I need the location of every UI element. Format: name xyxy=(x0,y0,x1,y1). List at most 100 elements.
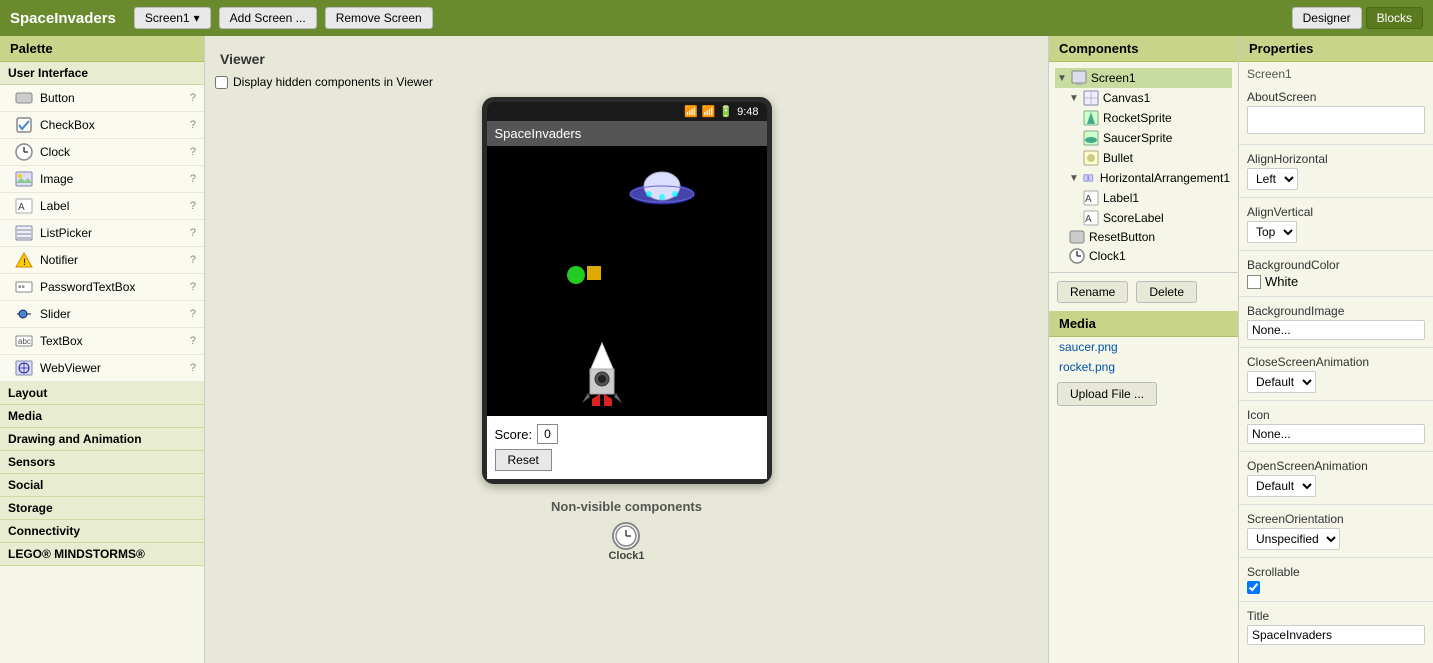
label1-label: Label1 xyxy=(1103,191,1139,205)
media-panel: saucer.png rocket.png Upload File ... xyxy=(1049,337,1238,411)
background-color-value: White xyxy=(1265,274,1298,289)
palette-section-media[interactable]: Media xyxy=(0,405,204,428)
align-vertical-label: AlignVertical xyxy=(1247,205,1425,219)
main-layout: Palette User Interface Button ? CheckBox… xyxy=(0,36,1433,663)
phone-frame: 📶 📶 🔋 9:48 SpaceInvaders xyxy=(482,97,772,484)
media-file-saucer[interactable]: saucer.png xyxy=(1049,337,1238,357)
webviewer-icon xyxy=(14,358,34,378)
icon-label: Icon xyxy=(1247,408,1425,422)
label-icon: A xyxy=(14,196,34,216)
clock1-label: Clock1 xyxy=(608,550,644,562)
designer-button[interactable]: Designer xyxy=(1292,7,1362,29)
comp-bullet[interactable]: Bullet xyxy=(1055,148,1232,168)
palette-item-image[interactable]: Image ? xyxy=(0,166,204,193)
background-image-input[interactable] xyxy=(1247,320,1425,340)
delete-button[interactable]: Delete xyxy=(1136,281,1197,303)
viewer-panel: Viewer Display hidden components in View… xyxy=(205,36,1048,663)
palette-item-button[interactable]: Button ? xyxy=(0,85,204,112)
reset-button[interactable]: Reset xyxy=(495,449,552,471)
phone-title-bar: SpaceInvaders xyxy=(487,121,767,146)
comp-horizontalarrangement1[interactable]: ▼ HorizontalArrangement1 xyxy=(1055,168,1232,188)
non-visible-title: Non-visible components xyxy=(215,499,1038,514)
icon-input[interactable] xyxy=(1247,424,1425,444)
palette-item-webviewer[interactable]: WebViewer ? xyxy=(0,355,204,382)
phone-canvas xyxy=(487,146,767,416)
palette-item-notifier[interactable]: ! Notifier ? xyxy=(0,247,204,274)
about-screen-label: AboutScreen xyxy=(1247,90,1425,104)
remove-screen-button[interactable]: Remove Screen xyxy=(325,7,433,29)
components-title: Components xyxy=(1049,36,1238,62)
image-icon xyxy=(14,169,34,189)
comp-screen1[interactable]: ▼ Screen1 xyxy=(1055,68,1232,88)
saucer-sprite xyxy=(627,166,697,206)
horizontalarrangement1-label: HorizontalArrangement1 xyxy=(1100,171,1230,185)
comp-clock1[interactable]: Clock1 xyxy=(1055,246,1232,266)
comp-scorelabel[interactable]: A ScoreLabel xyxy=(1055,208,1232,228)
display-hidden-checkbox[interactable] xyxy=(215,76,228,89)
palette-item-textbox[interactable]: abc TextBox ? xyxy=(0,328,204,355)
palette-section-drawing[interactable]: Drawing and Animation xyxy=(0,428,204,451)
prop-background-image: BackgroundImage xyxy=(1239,300,1433,344)
layout-icon xyxy=(1083,170,1096,186)
palette-section-layout[interactable]: Layout xyxy=(0,382,204,405)
palette-section-social[interactable]: Social xyxy=(0,474,204,497)
close-screen-anim-label: CloseScreenAnimation xyxy=(1247,355,1425,369)
canvas1-label: Canvas1 xyxy=(1103,91,1150,105)
clock-comp-icon xyxy=(1069,248,1085,264)
palette-section-ui[interactable]: User Interface xyxy=(0,62,204,85)
prop-align-vertical: AlignVertical Top xyxy=(1239,201,1433,247)
palette-item-passwordtextbox[interactable]: •• PasswordTextBox ? xyxy=(0,274,204,301)
screen-dropdown[interactable]: Screen1 ▾ xyxy=(134,7,211,29)
clock-icon xyxy=(612,522,640,550)
green-ball xyxy=(567,266,585,284)
comp-saucersprite[interactable]: SaucerSprite xyxy=(1055,128,1232,148)
palette-section-lego[interactable]: LEGO® MINDSTORMS® xyxy=(0,543,204,566)
wifi-icon: 📶 xyxy=(684,105,698,118)
scrollable-label: Scrollable xyxy=(1247,565,1425,579)
title-prop-input[interactable] xyxy=(1247,625,1425,645)
comp-rocketsprite[interactable]: RocketSprite xyxy=(1055,108,1232,128)
media-file-rocket[interactable]: rocket.png xyxy=(1049,357,1238,377)
palette-section-storage[interactable]: Storage xyxy=(0,497,204,520)
blocks-button[interactable]: Blocks xyxy=(1366,7,1423,29)
palette-item-clock[interactable]: Clock ? xyxy=(0,139,204,166)
close-screen-anim-select[interactable]: Default xyxy=(1247,371,1316,393)
label-comp-icon: A xyxy=(1083,190,1099,206)
add-screen-button[interactable]: Add Screen ... xyxy=(219,7,317,29)
component-actions: Rename Delete xyxy=(1049,272,1238,311)
prop-align-horizontal: AlignHorizontal Left xyxy=(1239,148,1433,194)
open-screen-anim-select[interactable]: Default xyxy=(1247,475,1316,497)
scrollable-checkbox[interactable] xyxy=(1247,581,1260,594)
label-comp-icon2: A xyxy=(1083,210,1099,226)
display-hidden-label: Display hidden components in Viewer xyxy=(233,75,433,89)
palette-item-checkbox[interactable]: CheckBox ? xyxy=(0,112,204,139)
screen-icon xyxy=(1071,70,1087,86)
upload-file-button[interactable]: Upload File ... xyxy=(1057,382,1157,406)
scorelabel-label: ScoreLabel xyxy=(1103,211,1164,225)
checkbox-icon xyxy=(14,115,34,135)
palette-title: Palette xyxy=(0,36,204,62)
prop-title: Title xyxy=(1239,605,1433,649)
viewer-title: Viewer xyxy=(215,46,1038,75)
passwordtextbox-icon: •• xyxy=(14,277,34,297)
align-vertical-select[interactable]: Top xyxy=(1247,221,1297,243)
svg-text:A: A xyxy=(1085,214,1092,225)
prop-scrollable: Scrollable xyxy=(1239,561,1433,598)
about-screen-input[interactable] xyxy=(1247,106,1425,134)
palette-section-connectivity[interactable]: Connectivity xyxy=(0,520,204,543)
rename-button[interactable]: Rename xyxy=(1057,281,1128,303)
right-buttons: Designer Blocks xyxy=(1292,7,1423,29)
align-horizontal-select[interactable]: Left xyxy=(1247,168,1298,190)
comp-canvas1[interactable]: ▼ Canvas1 xyxy=(1055,88,1232,108)
comp-resetbutton[interactable]: ResetButton xyxy=(1055,228,1232,246)
rocketsprite-label: RocketSprite xyxy=(1103,111,1172,125)
comp-label1[interactable]: A Label1 xyxy=(1055,188,1232,208)
palette-item-label[interactable]: A Label ? xyxy=(0,193,204,220)
svg-text:A: A xyxy=(1085,194,1092,205)
prop-screen-orient: ScreenOrientation Unspecified xyxy=(1239,508,1433,554)
screen-orient-select[interactable]: Unspecified xyxy=(1247,528,1340,550)
palette-section-sensors[interactable]: Sensors xyxy=(0,451,204,474)
palette-item-slider[interactable]: Slider ? xyxy=(0,301,204,328)
properties-title: Properties xyxy=(1239,36,1433,62)
palette-item-listpicker[interactable]: ListPicker ? xyxy=(0,220,204,247)
